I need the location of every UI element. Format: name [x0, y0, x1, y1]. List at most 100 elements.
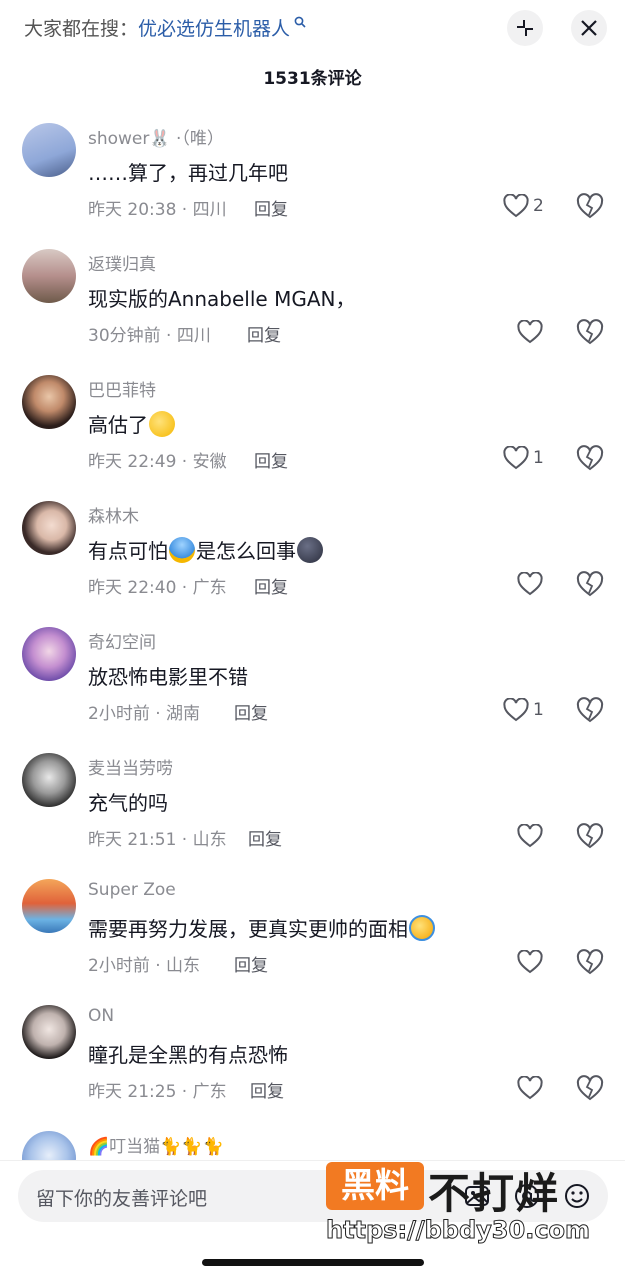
broken-heart-icon[interactable]: [576, 444, 604, 472]
comment-text: ……算了，再过几年吧: [88, 161, 288, 185]
like-button[interactable]: [517, 570, 543, 598]
crying-emoji-icon: [409, 915, 435, 941]
comment-item: 返璞归真 现实版的Annabelle MGAN， 30分钟前 · 四川 回复: [0, 246, 625, 372]
dark-face-emoji-icon: [297, 537, 323, 563]
reply-button[interactable]: 回复: [234, 951, 268, 976]
broken-heart-icon[interactable]: [576, 696, 604, 724]
comment-time-location: 昨天 21:25 · 广东: [88, 1082, 227, 1102]
comment-username[interactable]: Super Zoe: [88, 880, 176, 900]
avatar[interactable]: [22, 627, 76, 681]
search-icon: [290, 16, 306, 32]
like-button[interactable]: [517, 822, 543, 850]
heart-icon: [517, 320, 543, 344]
thinking-emoji-icon: [149, 411, 175, 437]
collapse-icon: [517, 20, 533, 36]
broken-heart-icon[interactable]: [576, 570, 604, 598]
comment-username[interactable]: 🌈叮当猫🐈🐈🐈: [88, 1132, 224, 1157]
comment-text: 高估了: [88, 409, 176, 438]
broken-heart-icon[interactable]: [576, 948, 604, 976]
heart-icon: [517, 824, 543, 848]
top-bar: 大家都在搜：优必选仿生机器人: [0, 0, 625, 58]
comment-time-location: 30分钟前 · 四川: [88, 326, 211, 346]
comment-text: 充气的吗: [88, 791, 168, 815]
search-suggestion-keyword[interactable]: 优必选仿生机器人: [138, 18, 290, 40]
reply-button[interactable]: 回复: [254, 195, 288, 220]
broken-heart-icon[interactable]: [576, 1074, 604, 1102]
collapse-button[interactable]: [507, 10, 543, 46]
comment-item: shower🐰 ·（唯） ……算了，再过几年吧 昨天 20:38 · 四川 回复…: [0, 120, 625, 246]
avatar[interactable]: [22, 249, 76, 303]
reply-button[interactable]: 回复: [254, 447, 288, 472]
comment-username[interactable]: ON: [88, 1006, 114, 1026]
close-button[interactable]: [571, 10, 607, 46]
watermark-url: https://bbdy30.com: [325, 1216, 591, 1245]
comment-time-location: 2小时前 · 湖南: [88, 704, 201, 724]
comment-text-part: 有点可怕: [88, 539, 168, 563]
comment-time-location: 昨天 20:38 · 四川: [88, 200, 227, 220]
watermark: 黑料 不打烊 https://bbdy30.com: [325, 1160, 596, 1246]
avatar[interactable]: [22, 375, 76, 429]
comment-text: 现实版的Annabelle MGAN，: [88, 287, 356, 311]
reply-button[interactable]: 回复: [248, 825, 282, 850]
reply-button[interactable]: 回复: [234, 699, 268, 724]
comment-text: 瞳孔是全黑的有点恐怖: [88, 1043, 288, 1067]
broken-heart-icon[interactable]: [576, 192, 604, 220]
scream-emoji-icon: [169, 537, 195, 563]
reply-button[interactable]: 回复: [250, 1077, 284, 1102]
comment-username[interactable]: 返璞归真: [88, 250, 156, 275]
like-button[interactable]: [517, 1074, 543, 1102]
heart-icon: [517, 572, 543, 596]
like-count: 2: [533, 196, 544, 216]
comment-text: 有点可怕 是怎么回事: [88, 535, 324, 564]
like-button[interactable]: 2: [503, 192, 544, 220]
comment-item: Super Zoe 需要再努力发展，更真实更帅的面相 2小时前 · 山东 回复: [0, 876, 625, 1002]
like-button[interactable]: 1: [503, 696, 544, 724]
avatar[interactable]: [22, 753, 76, 807]
comment-item: 麦当当劳唠 充气的吗 昨天 21:51 · 山东 回复: [0, 750, 625, 876]
home-indicator: [202, 1259, 424, 1266]
comment-username[interactable]: 奇幻空间: [88, 628, 156, 653]
comment-username[interactable]: 森林木: [88, 502, 139, 527]
watermark-text: 不打烊: [428, 1169, 561, 1218]
reply-button[interactable]: 回复: [247, 321, 281, 346]
like-button[interactable]: [517, 318, 543, 346]
search-suggestion-prefix: 大家都在搜：: [24, 18, 139, 40]
comment-text-body: 高估了: [88, 413, 148, 437]
broken-heart-icon[interactable]: [576, 318, 604, 346]
heart-icon: [503, 698, 529, 722]
comment-username[interactable]: shower🐰 ·（唯）: [88, 124, 224, 149]
heart-icon: [517, 1076, 543, 1100]
comment-list[interactable]: shower🐰 ·（唯） ……算了，再过几年吧 昨天 20:38 · 四川 回复…: [0, 120, 625, 1160]
avatar[interactable]: [22, 1131, 76, 1160]
comment-item: ON 瞳孔是全黑的有点恐怖 昨天 21:25 · 广东 回复: [0, 1002, 625, 1128]
broken-heart-icon[interactable]: [576, 822, 604, 850]
comment-username[interactable]: 巴巴菲特: [88, 376, 156, 401]
avatar[interactable]: [22, 123, 76, 177]
comment-item: 巴巴菲特 高估了 昨天 22:49 · 安徽 回复 1: [0, 372, 625, 498]
avatar[interactable]: [22, 879, 76, 933]
like-button[interactable]: 1: [503, 444, 544, 472]
heart-icon: [503, 194, 529, 218]
reply-button[interactable]: 回复: [254, 573, 288, 598]
heart-icon: [503, 446, 529, 470]
comment-time-location: 昨天 22:40 · 广东: [88, 578, 227, 598]
like-button[interactable]: [517, 948, 543, 976]
comment-text: 需要再努力发展，更真实更帅的面相: [88, 913, 436, 942]
comment-username[interactable]: 麦当当劳唠: [88, 754, 173, 779]
like-count: 1: [533, 448, 544, 468]
heart-icon: [517, 950, 543, 974]
comment-time-location: 昨天 21:51 · 山东: [88, 830, 227, 850]
avatar[interactable]: [22, 501, 76, 555]
comment-text: 放恐怖电影里不错: [88, 665, 248, 689]
comment-input-placeholder: 留下你的友善评论吧: [36, 1188, 208, 1210]
watermark-badge: 黑料: [326, 1162, 424, 1210]
comment-time-location: 昨天 22:49 · 安徽: [88, 452, 227, 472]
comment-item: 奇幻空间 放恐怖电影里不错 2小时前 · 湖南 回复 1: [0, 624, 625, 750]
comment-item: 🌈叮当猫🐈🐈🐈: [0, 1128, 625, 1160]
search-suggestion[interactable]: 大家都在搜：优必选仿生机器人: [24, 14, 306, 41]
comment-text-part: 是怎么回事: [196, 539, 296, 563]
like-count: 1: [533, 700, 544, 720]
comment-count: 1531条评论: [263, 69, 362, 89]
comment-item: 森林木 有点可怕 是怎么回事 昨天 22:40 · 广东 回复: [0, 498, 625, 624]
avatar[interactable]: [22, 1005, 76, 1059]
